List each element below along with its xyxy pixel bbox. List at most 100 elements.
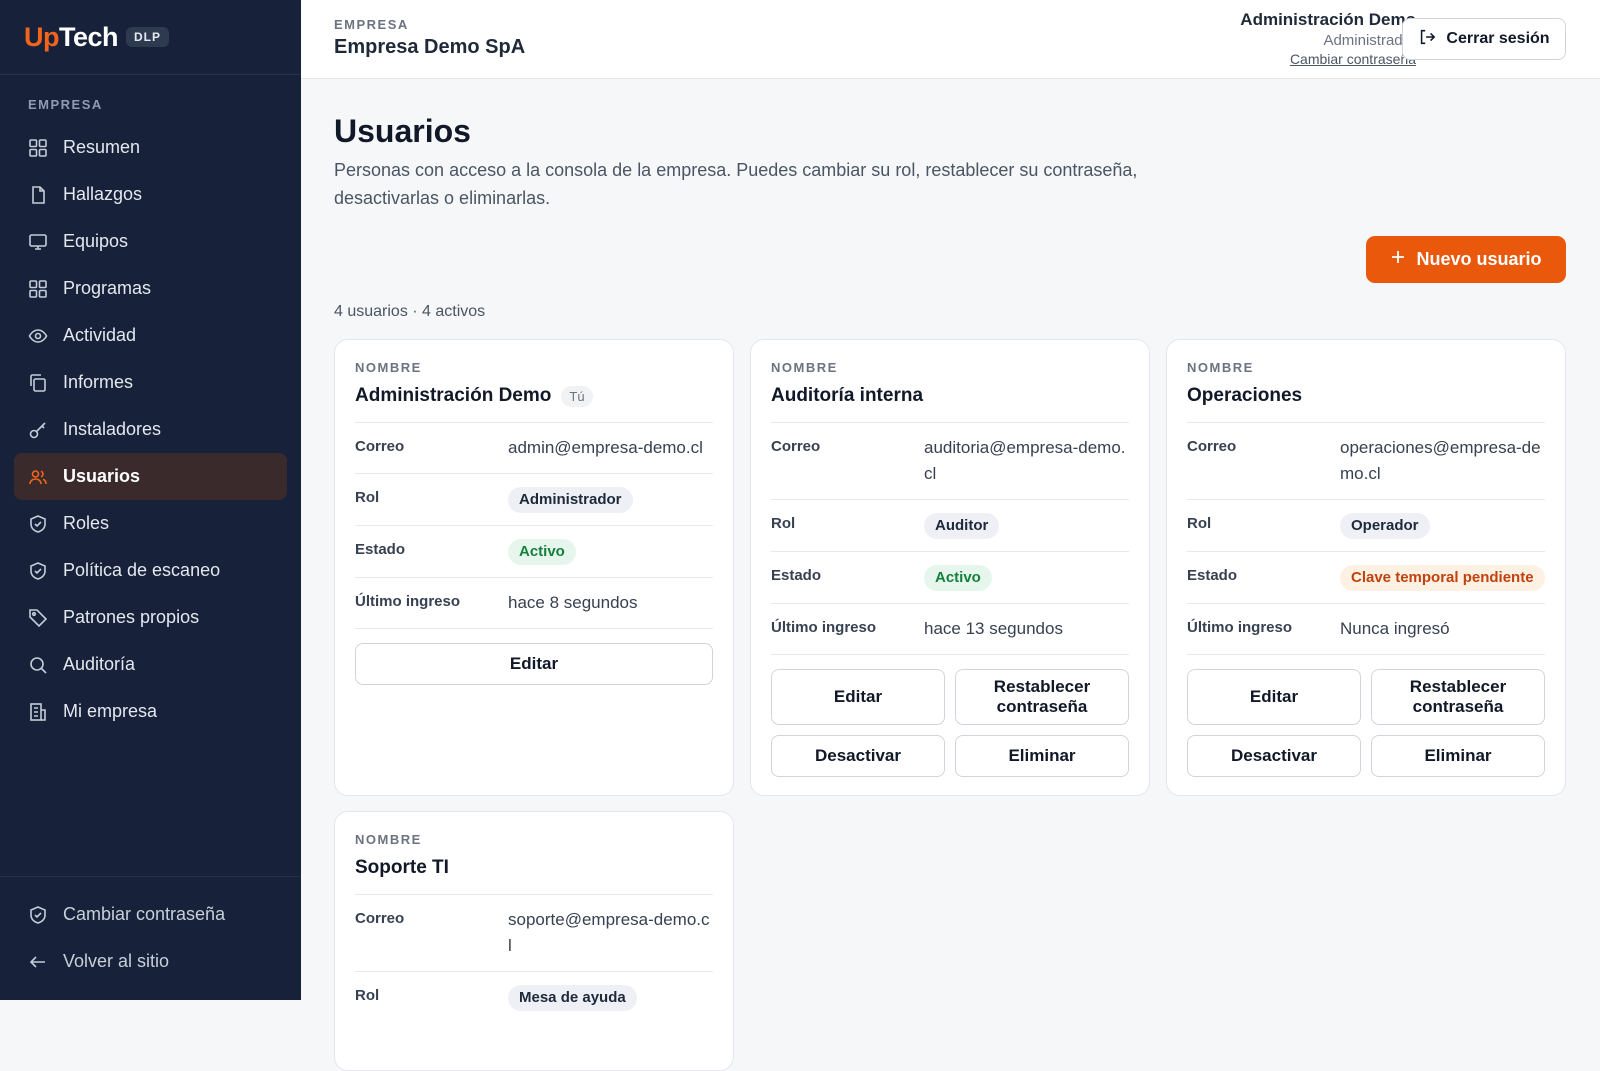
sidebar-item-hallazgos[interactable]: Hallazgos [14, 171, 287, 218]
user-role: Administrador [1323, 32, 1416, 49]
field-label: Correo [355, 910, 405, 927]
company-name: Empresa Demo SpA [334, 36, 526, 58]
sidebar-item-label: Actividad [63, 325, 137, 345]
sidebar-item-instaladores[interactable]: Instaladores [14, 406, 287, 453]
sidebar-item-label: Hallazgos [63, 184, 143, 204]
user-name-text: Soporte TI [355, 857, 449, 878]
sidebar-item-roles[interactable]: Roles [14, 500, 287, 547]
user-details: Correo soporte@empresa-demo.cl Rol Mesa de… [355, 894, 713, 1023]
sidebar-item-informes[interactable]: Informes [14, 359, 287, 406]
sidebar-item-label: Volver al sitio [63, 951, 170, 971]
status-row: Estado Activo [355, 525, 713, 577]
field-label: Rol [771, 515, 796, 532]
deactivate-button[interactable]: Desactivar [771, 735, 945, 777]
sidebar-item-patrones-propios[interactable]: Patrones propios [14, 594, 287, 641]
edit-button[interactable]: Editar [771, 669, 945, 725]
users-icon [28, 467, 48, 487]
dlp-badge: DLP [126, 27, 170, 47]
last-login-row: Último ingreso hace 8 segundos [355, 577, 713, 628]
field-label: Último ingreso [1187, 619, 1293, 636]
logo[interactable]: UpTech [24, 22, 119, 53]
user-card-name: Auditoría interna [771, 381, 1129, 411]
arrow-left-icon [28, 952, 48, 972]
edit-button[interactable]: Editar [355, 643, 713, 685]
monitor-icon [28, 232, 48, 252]
sidebar-item-label: Usuarios [63, 466, 141, 486]
name-label: NOMBRE [1187, 360, 1254, 375]
delete-button[interactable]: Eliminar [955, 735, 1129, 777]
status-badge: Activo [508, 539, 576, 565]
field-label: Correo [771, 438, 821, 455]
user-details: Correo auditoria@empresa-demo.cl Rol Audit… [771, 422, 1129, 654]
status-row: Estado Clave temporal pendiente [1187, 551, 1545, 603]
sidebar-item-resumen[interactable]: Resumen [14, 124, 287, 171]
last-login-row: Último ingreso Nunca ingresó [1187, 603, 1545, 654]
email-row: Correo operaciones@empresa-demo.cl [1187, 422, 1545, 499]
email-row: Correo auditoria@empresa-demo.cl [771, 422, 1129, 499]
sidebar-item-usuarios[interactable]: Usuarios [14, 453, 287, 500]
shield-icon [28, 561, 48, 581]
field-label: Rol [355, 987, 380, 1004]
sidebar-item-label: Roles [63, 513, 110, 533]
user-card-name: Soporte TI [355, 853, 713, 883]
user-name: Administración Demo [1240, 10, 1416, 29]
field-label: Último ingreso [771, 619, 877, 636]
new-user-button[interactable]: Nuevo usuario [1366, 236, 1566, 283]
sidebar-divider [0, 876, 301, 877]
sidebar-item-label: Patrones propios [63, 607, 200, 627]
change-password-link[interactable]: Cambiar contraseña [1240, 51, 1416, 67]
sidebar-item-equipos[interactable]: Equipos [14, 218, 287, 265]
field-label: Último ingreso [355, 593, 461, 610]
user-count: 4 usuarios · 4 activos [334, 303, 486, 320]
user-details: Correo operaciones@empresa-demo.cl Rol Ope… [1187, 422, 1545, 654]
user-block: Administración Demo Administrador Cambia… [1240, 10, 1416, 67]
role-badge: Auditor [924, 513, 1000, 539]
email-row: Correo soporte@empresa-demo.cl [355, 894, 713, 971]
sidebar-item-mi-empresa[interactable]: Mi empresa [14, 688, 287, 735]
reset-password-button[interactable]: Restablecer contraseña [1371, 669, 1545, 725]
sidebar-item-programas[interactable]: Programas [14, 265, 287, 312]
logout-icon [1418, 28, 1436, 51]
you-badge: Tú [561, 385, 593, 407]
field-label: Estado [1187, 567, 1238, 584]
last-login-value: hace 8 segundos [508, 593, 638, 612]
sidebar-back-to-site[interactable]: Volver al sitio [14, 938, 287, 985]
user-card-name: Administración Demo Tú [355, 381, 713, 411]
copy-icon [28, 373, 48, 393]
sidebar-item-actividad[interactable]: Actividad [14, 312, 287, 359]
user-name-text: Administración Demo [355, 385, 552, 406]
page-description: Personas con acceso a la consola de la e… [334, 160, 1138, 208]
reset-password-button[interactable]: Restablecer contraseña [955, 669, 1129, 725]
sidebar-item-label: Resumen [63, 137, 141, 157]
email-value: admin@empresa-demo.cl [508, 438, 703, 457]
logout-button[interactable]: Cerrar sesión [1402, 18, 1566, 60]
deactivate-button[interactable]: Desactivar [1187, 735, 1361, 777]
status-badge: Clave temporal pendiente [1340, 565, 1545, 591]
last-login-value: hace 13 segundos [924, 619, 1063, 638]
edit-button[interactable]: Editar [1187, 669, 1361, 725]
sidebar-change-password[interactable]: Cambiar contraseña [14, 891, 287, 938]
field-label: Rol [355, 489, 380, 506]
key-icon [28, 420, 48, 440]
sidebar-item-label: Política de escaneo [63, 560, 221, 580]
role-row: Rol Mesa de ayuda [355, 971, 713, 1023]
name-label: NOMBRE [355, 832, 422, 847]
eye-icon [28, 326, 48, 346]
sidebar-item-auditoria[interactable]: Auditoría [14, 641, 287, 688]
building-icon [28, 702, 48, 722]
shield-icon [28, 514, 48, 534]
sidebar: UpTech DLP EMPRESA Resumen Hallazgos Equ… [0, 0, 301, 1000]
card-actions: Editar [355, 628, 713, 685]
grid-icon [28, 138, 48, 158]
sidebar-item-label: Mi empresa [63, 701, 158, 721]
company-label: EMPRESA [334, 17, 409, 32]
status-badge: Activo [924, 565, 992, 591]
delete-button[interactable]: Eliminar [1371, 735, 1545, 777]
sidebar-item-politica-escaneo[interactable]: Política de escaneo [14, 547, 287, 594]
user-name-text: Auditoría interna [771, 385, 924, 406]
brand: UpTech DLP [0, 0, 301, 75]
last-login-row: Último ingreso hace 13 segundos [771, 603, 1129, 654]
field-label: Correo [1187, 438, 1237, 455]
tag-icon [28, 608, 48, 628]
sidebar-section-label: EMPRESA [28, 97, 103, 112]
